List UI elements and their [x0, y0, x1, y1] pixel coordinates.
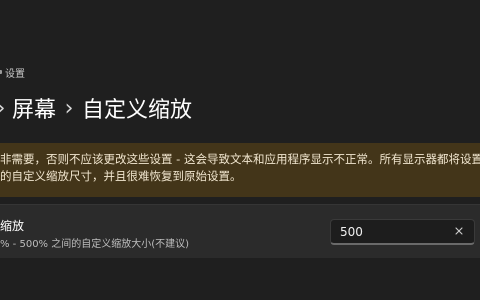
warning-banner: 非需要，否则不应该更改这些设置 - 这会导致文本和应用程序显示不正常。所有显示器…: [0, 143, 480, 197]
close-icon[interactable]: [452, 224, 466, 238]
warning-text-line2: 的自定义缩放尺寸，并且很难恢复到原始设置。: [0, 169, 242, 183]
app-icon: [0, 70, 2, 74]
breadcrumb: › 屏幕 › 自定义缩放: [0, 90, 480, 126]
page-title: 自定义缩放: [82, 98, 193, 123]
chevron-right-icon: ›: [0, 96, 10, 121]
custom-scale-input-value: 500: [340, 225, 363, 239]
breadcrumb-item-display[interactable]: 屏幕: [10, 92, 58, 124]
chevron-right-icon: ›: [64, 95, 74, 121]
setting-title: 缩放: [0, 219, 25, 233]
app-title: 设置: [5, 69, 25, 80]
warning-text-line1: 非需要，否则不应该更改这些设置 - 这会导致文本和应用程序显示不正常。所有显示器…: [0, 152, 480, 166]
custom-scale-setting-card: 缩放 % - 500% 之间的自定义缩放大小(不建议) 500: [0, 204, 480, 260]
setting-description: % - 500% 之间的自定义缩放大小(不建议): [0, 239, 190, 250]
custom-scale-input[interactable]: 500: [330, 219, 475, 245]
content-background: [0, 258, 480, 300]
title-bar: 设置: [0, 62, 480, 86]
